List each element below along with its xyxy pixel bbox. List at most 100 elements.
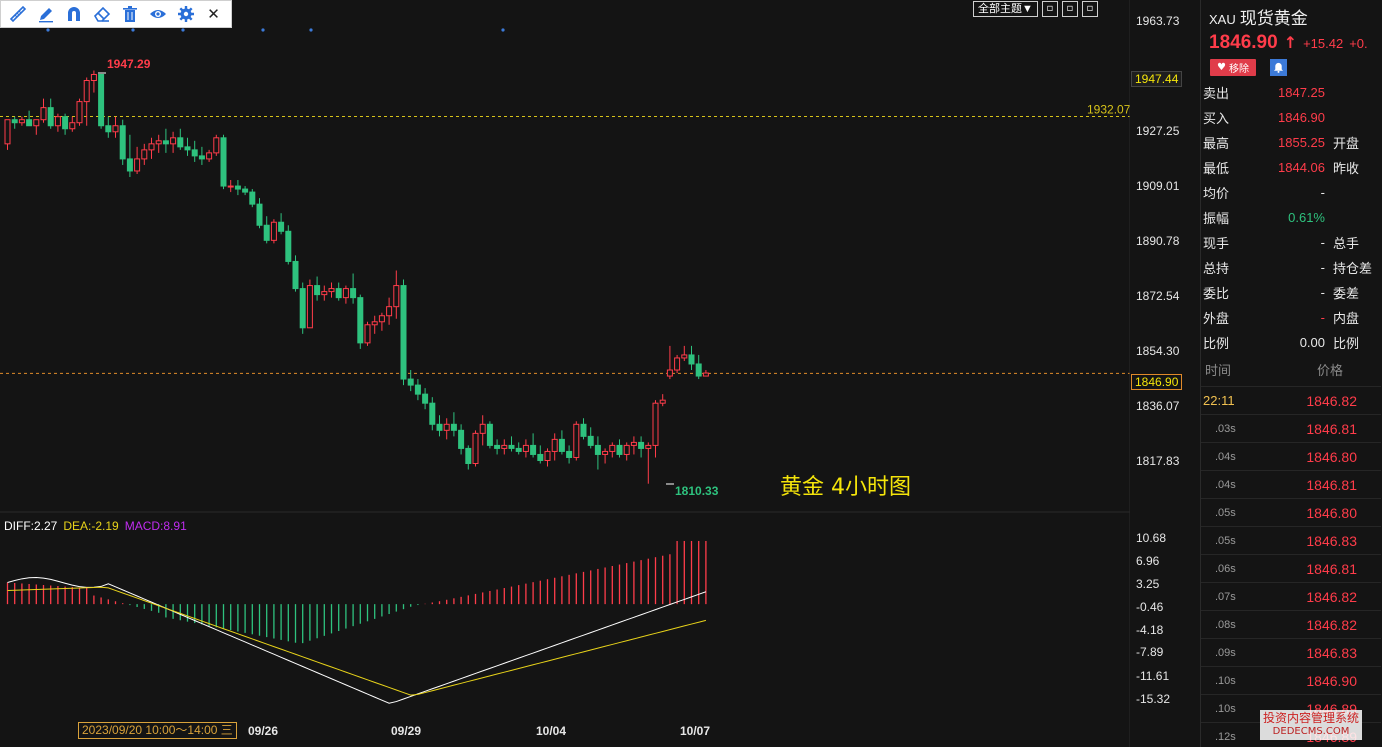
quote-row: 现手 - 总手 bbox=[1203, 230, 1381, 255]
candle-body bbox=[40, 107, 47, 121]
candle-body bbox=[206, 152, 213, 160]
close-icon[interactable]: ✕ bbox=[201, 2, 226, 26]
candle-body bbox=[616, 444, 623, 455]
quote-field-label: 最高 bbox=[1203, 137, 1230, 152]
macd-tick: 10.68 bbox=[1136, 531, 1167, 545]
quote-row: 均价 - bbox=[1203, 180, 1381, 205]
candle-body bbox=[486, 423, 493, 446]
candle-body bbox=[666, 369, 673, 377]
date-label-0929: 09/29 bbox=[391, 724, 422, 738]
candle-body bbox=[551, 438, 558, 452]
date-label-0926: 09/26 bbox=[248, 724, 279, 738]
candle-body bbox=[602, 450, 609, 455]
candle-body bbox=[494, 444, 501, 449]
candle-body bbox=[285, 230, 292, 262]
remove-favorite-button[interactable]: ♥ 移除 bbox=[1210, 59, 1256, 76]
theme-select[interactable]: 全部主题▼ bbox=[973, 1, 1038, 17]
gear-icon[interactable] bbox=[173, 2, 198, 26]
tick-row: .08s 1846.82 bbox=[1201, 610, 1381, 638]
candle-body bbox=[170, 137, 177, 145]
tick-row: .05s 1846.80 bbox=[1201, 498, 1381, 526]
candle-body bbox=[566, 450, 573, 458]
low-price-label: 1810.33 bbox=[675, 484, 719, 498]
magnet-icon[interactable] bbox=[61, 2, 86, 26]
candle-body bbox=[62, 116, 69, 130]
macd-tick: -11.61 bbox=[1136, 669, 1170, 683]
quote-field-label-2: 昨收 bbox=[1333, 162, 1360, 177]
price-change-pct: +0. bbox=[1349, 36, 1368, 51]
quote-field-value: 1847.25 bbox=[1278, 85, 1325, 100]
restore-icon[interactable]: ▫ bbox=[1041, 1, 1058, 17]
alert-bell-icon[interactable] bbox=[1270, 59, 1287, 76]
candle-body bbox=[458, 429, 465, 449]
trash-icon[interactable] bbox=[117, 2, 142, 26]
candle-body bbox=[270, 221, 277, 241]
candle-body bbox=[119, 125, 126, 160]
candle-body bbox=[522, 444, 529, 452]
dea-line bbox=[7, 586, 707, 696]
tick-price: 1846.90 bbox=[1306, 672, 1357, 689]
candle-body bbox=[515, 447, 522, 452]
tick-row: .10s 1846.90 bbox=[1201, 666, 1381, 694]
quote-row: 振幅 0.61% bbox=[1203, 205, 1381, 230]
eye-icon[interactable] bbox=[145, 2, 170, 26]
quote-field-value: 1846.90 bbox=[1278, 110, 1325, 125]
tick-time: .04s bbox=[1215, 450, 1236, 463]
candle-body bbox=[18, 119, 25, 124]
quote-field-label: 比例 bbox=[1203, 337, 1230, 352]
candle-body bbox=[400, 285, 407, 380]
tick-price: 1846.82 bbox=[1306, 588, 1357, 605]
tick-row: .03s 1846.81 bbox=[1201, 414, 1381, 442]
candle-body bbox=[573, 423, 580, 458]
candle-body bbox=[350, 288, 357, 299]
price-tick: 1927.25 bbox=[1136, 124, 1180, 138]
candle-body bbox=[364, 324, 371, 344]
tick-row: .06s 1846.81 bbox=[1201, 554, 1381, 582]
theme-controls: 全部主题▼ ▫ ▫ ▫ bbox=[973, 1, 1098, 17]
price-tick: 1854.30 bbox=[1136, 344, 1180, 358]
chart-area[interactable]: 1932.07 1947.29 1810.33 ✕ 全部主题▼ ▫ ▫ ▫ 1963… bbox=[0, 0, 1183, 747]
eraser-icon[interactable] bbox=[89, 2, 114, 26]
quote-row: 总持 - 持仓差 bbox=[1203, 255, 1381, 280]
high-price-label: 1947.29 bbox=[107, 57, 151, 71]
candle-body bbox=[76, 101, 83, 124]
quote-field-value: 0.00 bbox=[1299, 335, 1325, 350]
candle-body bbox=[587, 435, 594, 446]
candle-body bbox=[26, 119, 33, 127]
tick-price: 1846.81 bbox=[1306, 476, 1357, 493]
candle-body bbox=[278, 221, 285, 232]
pen-icon[interactable] bbox=[33, 2, 58, 26]
macd-tick: -0.46 bbox=[1136, 600, 1164, 614]
maximize-icon[interactable]: ▫ bbox=[1061, 1, 1078, 17]
candle-body bbox=[306, 285, 313, 329]
drawing-anchor-dot bbox=[46, 28, 50, 32]
candle-body bbox=[134, 158, 141, 172]
tick-time: .03s bbox=[1215, 422, 1236, 435]
quote-row: 外盘 - 内盘 bbox=[1203, 305, 1381, 330]
candle-body bbox=[98, 73, 105, 127]
macd-tick: -4.18 bbox=[1136, 623, 1164, 637]
candle-body bbox=[580, 423, 587, 437]
quote-field-value: - bbox=[1320, 285, 1325, 300]
candle-body bbox=[83, 80, 90, 103]
candle-body bbox=[126, 158, 133, 172]
tick-time: .08s bbox=[1215, 618, 1236, 631]
candle-body bbox=[162, 140, 169, 145]
candle-body bbox=[242, 188, 249, 193]
price-badge-high: 1947.44 bbox=[1131, 71, 1183, 87]
quote-field-value: - bbox=[1320, 310, 1325, 325]
tick-row: .04s 1846.80 bbox=[1201, 442, 1381, 470]
crosshair-time-label: 2023/09/20 10:00～14:00 三 bbox=[78, 722, 237, 739]
tick-row: .07s 1846.82 bbox=[1201, 582, 1381, 610]
candle-body bbox=[292, 260, 299, 290]
quote-field-value: - bbox=[1320, 235, 1325, 250]
candle-body bbox=[335, 288, 342, 299]
ruler-icon[interactable] bbox=[5, 2, 30, 26]
candle-body bbox=[177, 137, 184, 148]
quote-field-label: 总持 bbox=[1203, 262, 1230, 277]
candle-body bbox=[321, 291, 328, 296]
tick-price: 1846.83 bbox=[1306, 532, 1357, 549]
quote-field-value: 0.61% bbox=[1288, 210, 1325, 225]
close-icon[interactable]: ▫ bbox=[1081, 1, 1098, 17]
candlestick-chart[interactable]: 1932.07 1947.29 1810.33 bbox=[0, 0, 1130, 747]
